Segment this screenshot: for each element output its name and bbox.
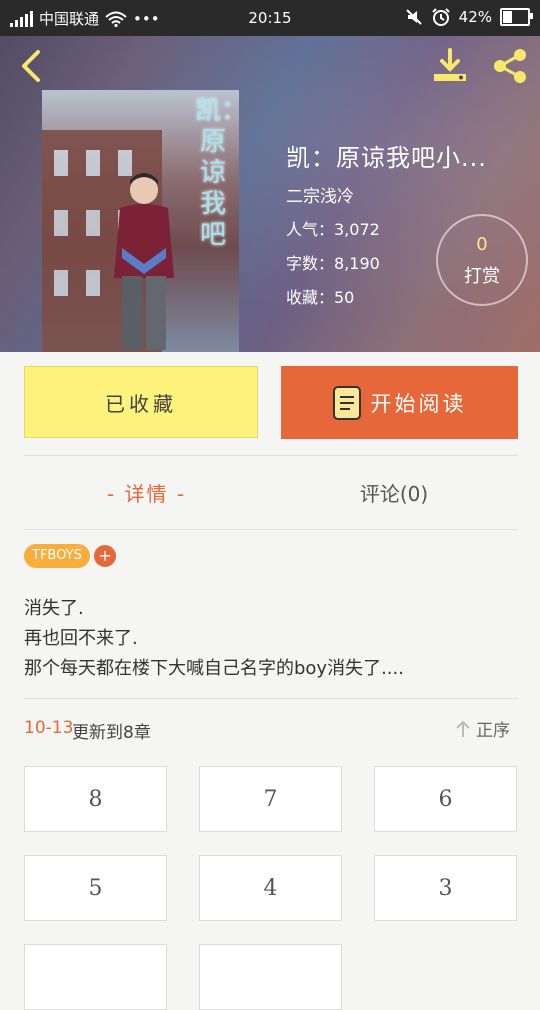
update-date: 10-13 — [24, 718, 74, 738]
back-button[interactable] — [14, 46, 48, 86]
add-tag-button[interactable]: + — [94, 545, 116, 567]
synopsis-line: 再也回不来了. — [24, 628, 138, 649]
book-author[interactable]: 二宗浅冷 — [286, 182, 354, 207]
start-reading-button[interactable]: 开始阅读 — [281, 366, 518, 439]
chapter-item[interactable]: 3 — [374, 855, 517, 921]
arrow-up-icon — [456, 720, 470, 737]
battery-percent: 42% — [458, 8, 492, 26]
synopsis-line: 消失了. — [24, 598, 84, 619]
tag-tfboys[interactable]: TFBOYS — [24, 544, 90, 568]
divider — [24, 529, 518, 530]
book-icon — [332, 385, 361, 420]
sort-order-label: 正序 — [476, 721, 510, 741]
mute-icon — [405, 9, 422, 25]
word-count-stat: 字数：8,190 — [286, 254, 380, 273]
tab-comments[interactable]: 评论(0) — [270, 478, 518, 507]
reward-count: 0 — [476, 234, 488, 255]
collected-label: 已收藏 — [105, 391, 177, 416]
reward-button[interactable]: 0 打赏 — [436, 214, 528, 306]
collected-button[interactable]: 已收藏 — [24, 366, 258, 438]
divider — [24, 455, 518, 456]
share-icon — [494, 49, 526, 83]
share-button[interactable] — [490, 46, 530, 86]
synopsis[interactable]: 消失了. 再也回不来了. 那个每天都在楼下大喊自己名字的boy消失了.... — [24, 594, 520, 684]
chapter-item[interactable] — [199, 944, 342, 1010]
tab-details[interactable]: - 详情 - — [24, 478, 269, 507]
popularity-stat: 人气：3,072 — [286, 220, 380, 239]
synopsis-line: 那个每天都在楼下大喊自己名字的boy消失了.... — [24, 658, 404, 679]
chapter-item[interactable]: 4 — [199, 855, 342, 921]
battery-icon — [500, 8, 533, 26]
start-reading-label: 开始阅读 — [370, 391, 467, 416]
chapter-item[interactable]: 6 — [374, 766, 517, 832]
chapter-item[interactable] — [24, 944, 167, 1010]
chevron-left-icon — [22, 50, 40, 82]
alarm-icon — [431, 8, 450, 26]
chapter-item[interactable]: 7 — [199, 766, 342, 832]
cover-figure — [114, 173, 174, 350]
divider — [24, 698, 518, 699]
chapter-item[interactable]: 5 — [24, 855, 167, 921]
book-header: 中国联通 ••• 20:15 42% 凯 原谅我吧 凯：原谅我吧小... 二宗浅… — [0, 0, 540, 352]
download-icon — [434, 48, 466, 81]
book-title: 凯：原谅我吧小... — [286, 144, 487, 172]
update-text: 更新到8章 — [72, 723, 151, 743]
book-cover[interactable]: 凯：原谅我吧 — [42, 90, 239, 352]
favorites-stat: 收藏：50 — [286, 288, 355, 307]
reward-label: 打赏 — [464, 266, 500, 287]
download-button[interactable] — [430, 46, 470, 86]
status-bar: 中国联通 ••• 20:15 42% — [0, 0, 540, 36]
chapter-item[interactable]: 8 — [24, 766, 167, 832]
sort-order-button[interactable]: 正序 — [454, 716, 510, 741]
cover-title-text: 凯：原谅我吧 — [195, 96, 239, 250]
